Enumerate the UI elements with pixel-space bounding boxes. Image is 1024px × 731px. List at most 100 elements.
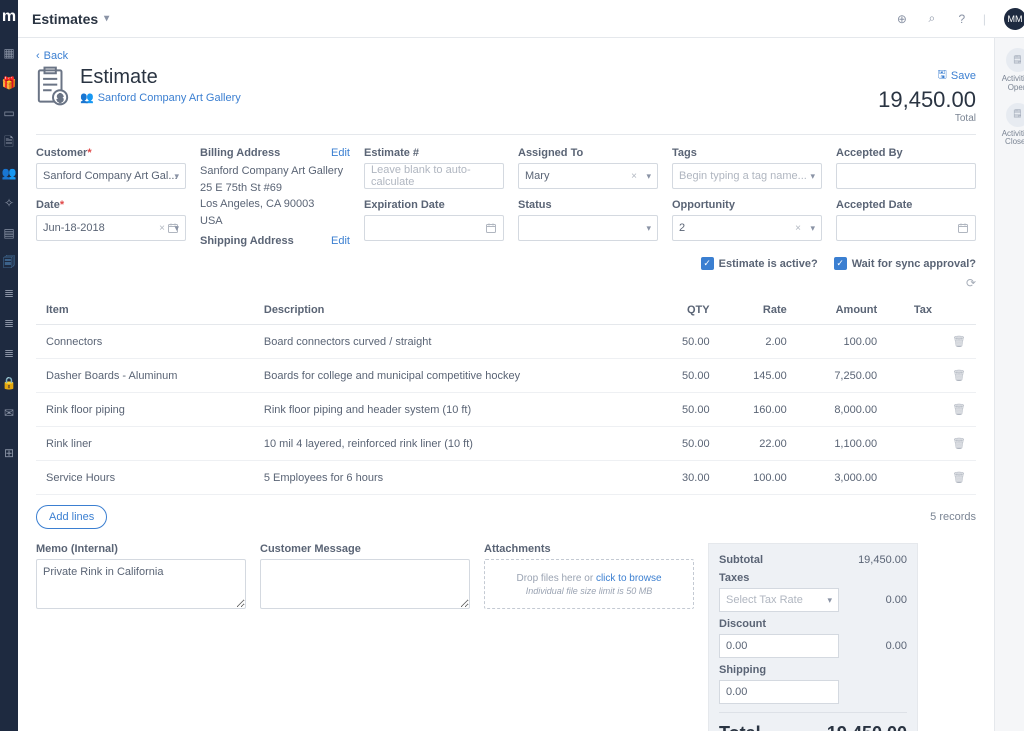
nav-card-icon[interactable]: ▭: [0, 104, 18, 122]
accepted-date-input[interactable]: [836, 215, 976, 241]
clear-icon[interactable]: ×: [631, 171, 637, 182]
attachments-dropzone[interactable]: Drop files here or click to browse Indiv…: [484, 559, 694, 609]
right-rail: 🗒 Activities Open 🗒 Activities Closed: [994, 38, 1024, 731]
add-icon[interactable]: ⊕: [893, 10, 911, 28]
page-title: Estimate: [80, 66, 241, 89]
nav-list1-icon[interactable]: ≣: [0, 284, 18, 302]
subtotal-label: Subtotal: [719, 554, 763, 566]
nav-mail-icon[interactable]: ✉: [0, 404, 18, 422]
table-row[interactable]: Rink liner10 mil 4 layered, reinforced r…: [36, 427, 976, 461]
search-icon[interactable]: ⌕: [923, 10, 941, 28]
memo-textarea[interactable]: Private Rink in California: [36, 559, 246, 609]
discount-value: 0.00: [886, 640, 907, 652]
estimate-doc-icon: $: [36, 66, 70, 106]
page-module-title[interactable]: Estimates: [32, 11, 98, 27]
calendar-icon: [485, 222, 497, 234]
estimate-no-label: Estimate #: [364, 147, 419, 159]
activities-open[interactable]: 🗒 Activities Open: [995, 48, 1024, 93]
table-row[interactable]: Dasher Boards - AluminumBoards for colle…: [36, 359, 976, 393]
edit-billing-link[interactable]: Edit: [331, 147, 350, 159]
customer-msg-textarea[interactable]: [260, 559, 470, 609]
billing-address: Sanford Company Art Gallery 25 E 75th St…: [200, 163, 350, 229]
table-row[interactable]: Service Hours5 Employees for 6 hours30.0…: [36, 461, 976, 495]
header-total-value: 19,450.00: [878, 87, 976, 113]
table-row[interactable]: Rink floor pipingRink floor piping and h…: [36, 393, 976, 427]
delete-row-icon[interactable]: 🗑: [942, 461, 976, 495]
assigned-select[interactable]: Mary×: [518, 163, 658, 189]
expiration-input[interactable]: [364, 215, 504, 241]
memo-label: Memo (Internal): [36, 543, 118, 555]
nav-bulb-icon[interactable]: ✧: [0, 194, 18, 212]
accepted-date-label: Accepted Date: [836, 199, 912, 211]
nav-report-icon[interactable]: ▤: [0, 224, 18, 242]
save-disk-icon: 🖫: [938, 66, 947, 85]
col-amount[interactable]: Amount: [797, 296, 887, 325]
totals-panel: Subtotal19,450.00 Taxes Select Tax Rate …: [708, 543, 918, 731]
tags-input[interactable]: Begin typing a tag name...: [672, 163, 822, 189]
nav-list2-icon[interactable]: ≣: [0, 314, 18, 332]
date-input[interactable]: Jun-18-2018×: [36, 215, 186, 241]
record-count: 5 records: [930, 511, 976, 523]
refresh-icon[interactable]: ⟳: [966, 276, 976, 290]
date-label: Date: [36, 199, 60, 211]
col-qty[interactable]: QTY: [651, 296, 719, 325]
opportunity-label: Opportunity: [672, 199, 735, 211]
edit-shipping-link[interactable]: Edit: [331, 235, 350, 247]
save-link[interactable]: 🖫 Save: [938, 66, 976, 85]
total-label: Total: [719, 723, 761, 731]
nav-gift-icon[interactable]: 🎁: [0, 74, 18, 92]
col-tax[interactable]: Tax: [887, 296, 942, 325]
total-value: 19,450.00: [827, 723, 907, 731]
delete-row-icon[interactable]: 🗑: [942, 325, 976, 359]
expiration-label: Expiration Date: [364, 199, 445, 211]
help-icon[interactable]: ?: [953, 10, 971, 28]
nav-lock-icon[interactable]: 🔒: [0, 374, 18, 392]
subtotal-value: 19,450.00: [858, 554, 907, 566]
status-label: Status: [518, 199, 552, 211]
sync-approval-checkbox[interactable]: ✓Wait for sync approval?: [834, 257, 976, 270]
nav-list3-icon[interactable]: ≣: [0, 344, 18, 362]
accepted-by-label: Accepted By: [836, 147, 903, 159]
opportunity-select[interactable]: 2×: [672, 215, 822, 241]
delete-row-icon[interactable]: 🗑: [942, 393, 976, 427]
app-logo: m: [2, 6, 16, 32]
estimate-no-input[interactable]: Leave blank to auto-calculate: [364, 163, 504, 189]
col-item[interactable]: Item: [36, 296, 254, 325]
nav-estimate-icon[interactable]: 🗐: [0, 254, 18, 272]
browse-link[interactable]: click to browse: [596, 573, 662, 584]
table-row[interactable]: ConnectorsBoard connectors curved / stra…: [36, 325, 976, 359]
billing-addr-label: Billing Address: [200, 147, 280, 159]
assigned-label: Assigned To: [518, 147, 583, 159]
activities-closed[interactable]: 🗒 Activities Closed: [995, 103, 1024, 148]
clipboard-icon: 🗒: [1006, 48, 1024, 72]
discount-input[interactable]: 0.00: [719, 634, 839, 658]
chevron-left-icon: ‹: [36, 50, 40, 62]
shipping-label: Shipping: [719, 664, 907, 676]
clear-icon[interactable]: ×: [795, 223, 801, 234]
shipping-input[interactable]: 0.00: [719, 680, 839, 704]
tags-label: Tags: [672, 147, 697, 159]
clear-icon[interactable]: ×: [159, 223, 165, 234]
estimate-active-checkbox[interactable]: ✓Estimate is active?: [701, 257, 818, 270]
status-select[interactable]: [518, 215, 658, 241]
calendar-icon: [167, 222, 179, 234]
customer-link[interactable]: 👥 Sanford Company Art Gallery: [80, 91, 241, 104]
col-rate[interactable]: Rate: [720, 296, 797, 325]
col-desc[interactable]: Description: [254, 296, 651, 325]
calendar-icon: [957, 222, 969, 234]
customer-select[interactable]: Sanford Company Art Gal...: [36, 163, 186, 189]
tax-rate-select[interactable]: Select Tax Rate: [719, 588, 839, 612]
delete-row-icon[interactable]: 🗑: [942, 427, 976, 461]
nav-dashboard-icon[interactable]: ▦: [0, 44, 18, 62]
accepted-by-input[interactable]: [836, 163, 976, 189]
avatar[interactable]: MM: [1004, 8, 1024, 30]
nav-people-icon[interactable]: 👥: [0, 164, 18, 182]
chevron-down-icon[interactable]: ▾: [104, 13, 109, 24]
add-lines-button[interactable]: Add lines: [36, 505, 107, 529]
nav-grid-icon[interactable]: ⊞: [0, 444, 18, 462]
attachments-label: Attachments: [484, 543, 551, 555]
nav-doc-icon[interactable]: 🗎: [0, 134, 18, 152]
back-link[interactable]: ‹ Back: [36, 50, 68, 62]
delete-row-icon[interactable]: 🗑: [942, 359, 976, 393]
customer-label: Customer: [36, 147, 87, 159]
